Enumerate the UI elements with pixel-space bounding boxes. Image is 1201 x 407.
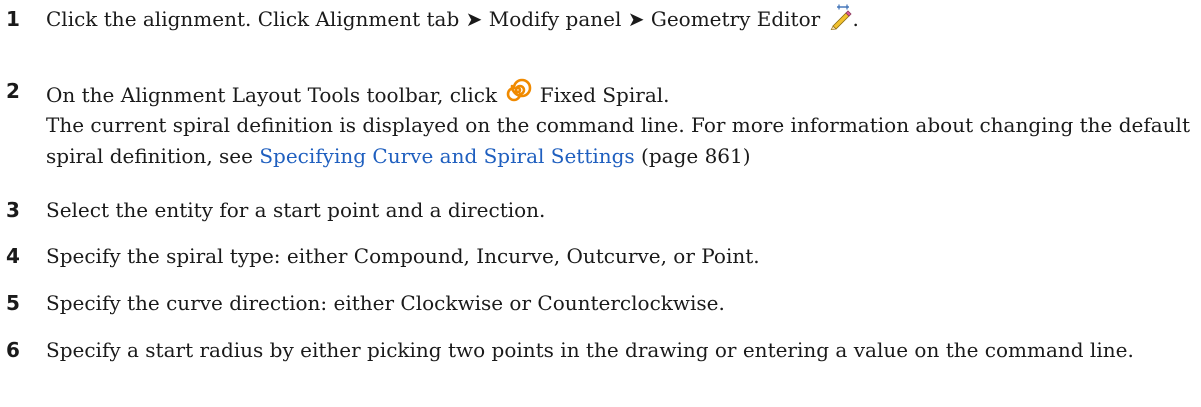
step-text-part: Geometry Editor bbox=[644, 7, 827, 31]
step-text-part: . bbox=[852, 7, 859, 31]
step-2: 2 On the Alignment Layout Tools toolbar,… bbox=[0, 74, 1201, 194]
geometry-editor-pencil-icon bbox=[827, 4, 853, 39]
step-text-part: Modify panel bbox=[482, 7, 628, 31]
step-number: 5 bbox=[6, 291, 20, 315]
step-number: 1 bbox=[6, 7, 20, 31]
step-note: The current spiral definition is display… bbox=[46, 110, 1196, 172]
step-number: 6 bbox=[6, 338, 20, 362]
step-3: 3 Select the entity for a start point an… bbox=[0, 193, 1201, 229]
step-text: Specify the spiral type: either Compound… bbox=[46, 244, 760, 268]
step-1: 1 Click the alignment. Click Alignment t… bbox=[0, 2, 1201, 38]
step-text-part: Click the alignment. Click Alignment tab bbox=[46, 7, 466, 31]
fixed-spiral-icon bbox=[503, 76, 533, 113]
step-number: 4 bbox=[6, 244, 20, 268]
menu-arrow-icon: ➤ bbox=[627, 7, 645, 31]
page-reference: (page 861) bbox=[634, 144, 751, 168]
step-text: Specify a start radius by either picking… bbox=[46, 338, 1134, 362]
step-text: Specify the curve direction: either Cloc… bbox=[46, 291, 725, 315]
step-number: 3 bbox=[6, 198, 20, 222]
specifying-curve-spiral-settings-link[interactable]: Specifying Curve and Spiral Settings bbox=[259, 144, 634, 168]
menu-arrow-icon: ➤ bbox=[465, 7, 483, 31]
step-text: On the Alignment Layout Tools toolbar, c… bbox=[46, 76, 1196, 113]
step-text: Click the alignment. Click Alignment tab… bbox=[46, 4, 1196, 39]
step-text: Select the entity for a start point and … bbox=[46, 198, 546, 222]
step-4: 4 Specify the spiral type: either Compou… bbox=[0, 239, 1201, 275]
step-number: 2 bbox=[6, 79, 20, 103]
step-6: 6 Specify a start radius by either picki… bbox=[0, 333, 1201, 403]
step-5: 5 Specify the curve direction: either Cl… bbox=[0, 286, 1201, 322]
step-text-part: Fixed Spiral. bbox=[533, 83, 670, 107]
step-text-part: On the Alignment Layout Tools toolbar, c… bbox=[46, 83, 504, 107]
